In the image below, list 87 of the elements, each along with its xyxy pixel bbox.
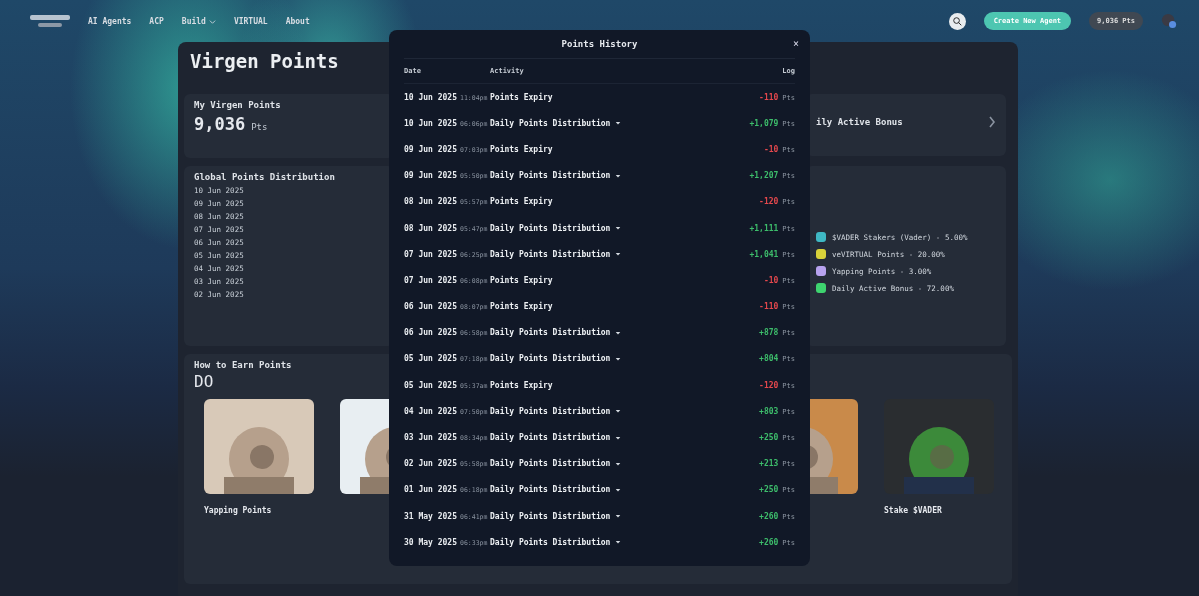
close-button[interactable]: × <box>790 38 801 49</box>
amount-text: +1,207 <box>749 171 779 181</box>
amount-text: +1,079 <box>749 118 779 128</box>
amount-text: -110 <box>759 302 779 312</box>
date-text: 07 Jun 2025 <box>404 249 457 259</box>
caret-icon[interactable] <box>615 173 622 178</box>
date-text: 03 Jun 2025 <box>404 433 457 443</box>
nav-link[interactable]: Build <box>181 16 216 26</box>
activity-text: Points Expiry <box>490 302 553 312</box>
date-text: 06 Jun 2025 <box>404 328 457 338</box>
activity-text: Points Expiry <box>490 144 553 154</box>
dialog-title: Points History <box>561 39 638 49</box>
amount-text: -10 <box>763 144 779 154</box>
amount-text: +250 <box>759 485 779 495</box>
amount-text: +1,111 <box>749 223 779 233</box>
date-text: 06 Jun 2025 <box>404 302 457 312</box>
chevron-icon <box>988 116 996 128</box>
amount-text: +1,041 <box>749 249 779 259</box>
activity-text: Points Expiry <box>490 275 553 285</box>
amount-text: +250 <box>759 433 779 443</box>
activity-text: Daily Points Distribution <box>490 459 611 469</box>
card-title: Stake $VADER <box>884 506 943 515</box>
date-text: 05 Jun 2025 <box>404 354 457 364</box>
activity-text: Daily Points Distribution <box>490 433 611 443</box>
date-text: 05 Jun 2025 <box>404 380 457 390</box>
date-text: 02 Jun 2025 <box>404 459 457 469</box>
amount-text: +878 <box>759 328 779 338</box>
activity-text: Points Expiry <box>490 380 553 390</box>
nav-link[interactable]: AI Agents <box>88 16 132 26</box>
nav-link[interactable]: About <box>285 16 310 26</box>
date-text: 08 Jun 2025 <box>404 223 457 233</box>
activity-text: Points Expiry <box>490 197 553 207</box>
avatar-icon[interactable] <box>1161 13 1177 29</box>
logo-icon[interactable] <box>30 13 70 29</box>
nav-link[interactable]: ACP <box>149 16 164 26</box>
caret-icon[interactable] <box>615 226 622 231</box>
caret-icon[interactable] <box>615 435 622 440</box>
caret-icon[interactable] <box>615 409 622 414</box>
date-text: 09 Jun 2025 <box>404 144 457 154</box>
date-text: 10 Jun 2025 <box>404 92 457 102</box>
amount-text: -110 <box>759 92 779 102</box>
date-text: 31 May 2025 <box>404 511 457 521</box>
activity-text: Daily Points Distribution <box>490 406 611 416</box>
amount-text: +804 <box>759 354 779 364</box>
amount-text: +803 <box>759 406 779 416</box>
amount-text: -120 <box>759 197 779 207</box>
activity-text: Daily Points Distribution <box>490 354 611 364</box>
card-title: Global Points Distribution <box>194 172 336 182</box>
card-title: My Virgen Points <box>194 100 282 110</box>
date-text: 01 Jun 2025 <box>404 485 457 495</box>
date-text: 08 Jun 2025 <box>404 197 457 207</box>
points-unit: Pts <box>251 122 268 132</box>
date-text: 10 Jun 2025 <box>404 118 457 128</box>
points-value: 9,036 <box>194 114 246 134</box>
activity-text: Points Expiry <box>490 92 553 102</box>
amount-text: -120 <box>759 380 779 390</box>
page-title: Virgen Points <box>190 50 339 72</box>
amount-text: -10 <box>763 275 779 285</box>
caret-icon[interactable] <box>615 540 622 545</box>
activity-text: Daily Points Distribution <box>490 171 611 181</box>
date-text: 09 Jun 2025 <box>404 171 457 181</box>
caret-icon[interactable] <box>615 121 622 126</box>
activity-text: Daily Points Distribution <box>490 537 611 547</box>
date-text: 04 Jun 2025 <box>404 406 457 416</box>
activity-text: Daily Points Distribution <box>490 118 611 128</box>
date-text: 30 May 2025 <box>404 537 457 547</box>
activity-text: Daily Points Distribution <box>490 485 611 495</box>
amount-text: +260 <box>759 511 779 521</box>
activity-text: Daily Points Distribution <box>490 223 611 233</box>
amount-text: +260 <box>759 537 779 547</box>
caret-icon[interactable] <box>615 487 622 492</box>
search-icon[interactable] <box>948 12 966 30</box>
caret-icon[interactable] <box>615 356 622 361</box>
caret-icon[interactable] <box>615 252 622 257</box>
activity-text: Daily Points Distribution <box>490 328 611 338</box>
section-subtitle: DO <box>194 372 214 391</box>
card-title: ily Active Bonus <box>816 117 903 127</box>
activity-text: Daily Points Distribution <box>490 511 611 521</box>
caret-icon[interactable] <box>615 514 622 519</box>
date-text: 07 Jun 2025 <box>404 275 457 285</box>
section-title: How to Earn Points <box>194 360 293 370</box>
card-title: Yapping Points <box>204 506 273 515</box>
nav-link[interactable]: VIRTUAL <box>233 16 268 26</box>
caret-icon[interactable] <box>615 461 622 466</box>
activity-text: Daily Points Distribution <box>490 249 611 259</box>
caret-icon[interactable] <box>615 330 622 335</box>
amount-text: +213 <box>759 459 779 469</box>
